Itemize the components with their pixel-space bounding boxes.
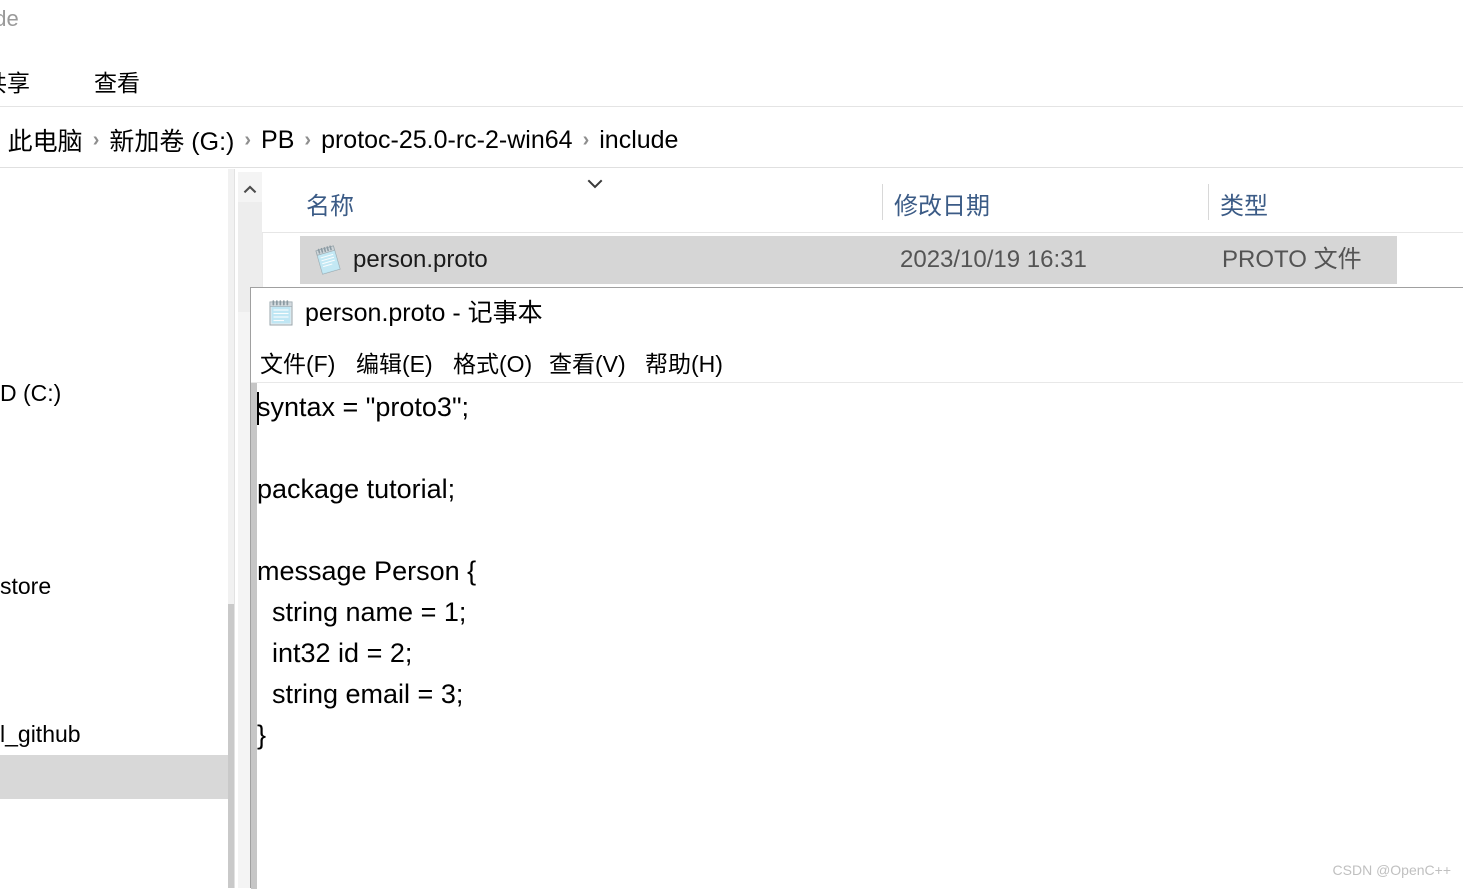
notepad-text-area[interactable]: syntax = "proto3"; package tutorial; mes… — [251, 382, 1463, 889]
file-modified-date-cell: 2023/10/19 16:31 — [900, 246, 1087, 273]
menu-item-view[interactable]: 查看(V) — [545, 343, 630, 381]
file-type-cell: PROTO 文件 — [1222, 246, 1362, 273]
file-name-cell[interactable]: person.proto — [353, 244, 488, 276]
column-separator — [882, 184, 883, 220]
notepad-icon — [266, 298, 296, 328]
address-bar-divider — [0, 167, 1463, 168]
breadcrumb-separator-icon: › — [582, 128, 590, 151]
notepad-window[interactable]: person.proto - 记事本 文件(F) 编辑(E) 格式(O) 查看(… — [250, 287, 1463, 889]
sort-descending-icon[interactable] — [582, 175, 608, 195]
column-header-modified-date[interactable]: 修改日期 — [894, 186, 990, 221]
breadcrumb-separator-icon: › — [92, 128, 100, 151]
breadcrumb-separator-icon: › — [304, 128, 312, 151]
ribbon-tab-bar: 共享 查看 — [0, 52, 1463, 104]
nav-item-github[interactable]: l_github — [0, 712, 228, 756]
menu-item-format[interactable]: 格式(O) — [449, 343, 536, 381]
breadcrumb: › 此电脑 › 新加卷 (G:) › PB › protoc-25.0-rc-2… — [0, 120, 683, 160]
column-header-type[interactable]: 类型 — [1220, 186, 1268, 221]
nav-item-label: store — [0, 573, 52, 599]
breadcrumb-item-protoc[interactable]: protoc-25.0-rc-2-win64 — [316, 124, 578, 157]
watermark: CSDN @OpenC++ — [1332, 862, 1451, 878]
breadcrumb-separator-icon: › — [244, 128, 252, 151]
menu-item-help[interactable]: 帮助(H) — [641, 343, 727, 381]
file-list-column-header: 名称 修改日期 类型 — [262, 172, 1463, 233]
navigation-pane: D (C:) store l_github — [0, 169, 228, 888]
nav-item-label: D (C:) — [0, 380, 62, 406]
breadcrumb-item-drive-g[interactable]: 新加卷 (G:) — [104, 120, 239, 160]
nav-item-selected[interactable] — [0, 755, 228, 799]
column-separator — [1208, 184, 1209, 220]
ribbon-divider — [0, 106, 1463, 107]
nav-item-label: l_github — [0, 721, 81, 747]
explorer-window-title: ude — [0, 6, 19, 31]
nav-item-drive-c[interactable]: D (C:) — [0, 371, 228, 415]
ribbon-tab-view[interactable]: 查看 — [88, 62, 146, 100]
ribbon-tab-share[interactable]: 共享 — [0, 62, 36, 100]
column-header-name[interactable]: 名称 — [306, 186, 354, 221]
breadcrumb-item-this-pc[interactable]: 此电脑 — [3, 120, 88, 160]
address-bar[interactable]: › 此电脑 › 新加卷 (G:) › PB › protoc-25.0-rc-2… — [0, 108, 1463, 166]
menu-item-edit[interactable]: 编辑(E) — [352, 343, 437, 381]
table-row[interactable]: person.proto 2023/10/19 16:31 PROTO 文件 — [300, 236, 1397, 284]
notepad-menu-bar: 文件(F) 编辑(E) 格式(O) 查看(V) 帮助(H) — [251, 338, 1463, 382]
notepad-text-content[interactable]: syntax = "proto3"; package tutorial; mes… — [257, 387, 1457, 756]
proto-file-icon — [312, 244, 344, 276]
menu-item-file[interactable]: 文件(F) — [256, 343, 339, 381]
scroll-up-arrow-icon[interactable] — [242, 182, 258, 198]
pane-splitter[interactable] — [234, 169, 235, 888]
notepad-window-title: person.proto - 记事本 — [305, 299, 543, 327]
notepad-title-bar[interactable]: person.proto - 记事本 — [251, 288, 1463, 338]
nav-item-store[interactable]: store — [0, 564, 228, 608]
explorer-title-strip: ude — [0, 0, 1463, 48]
breadcrumb-item-pb[interactable]: PB — [256, 124, 299, 157]
breadcrumb-item-include[interactable]: include — [594, 124, 683, 157]
